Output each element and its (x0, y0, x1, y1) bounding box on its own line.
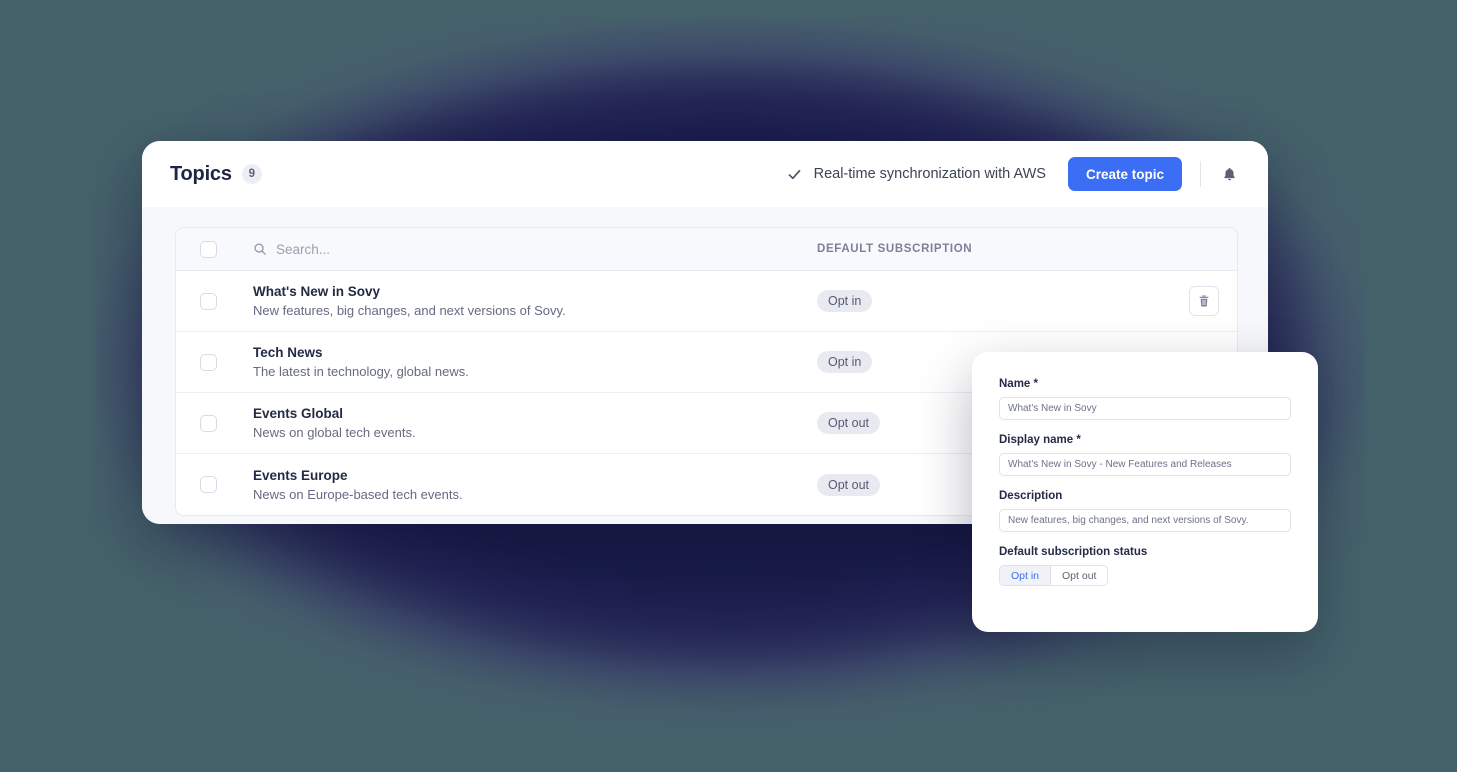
status-badge: Opt in (817, 290, 873, 312)
topic-description: The latest in technology, global news. (253, 364, 469, 379)
sync-status-label: Real-time synchronization with AWS (813, 166, 1046, 182)
search-input[interactable] (276, 241, 516, 257)
topic-description: New features, big changes, and next vers… (253, 303, 566, 318)
topic-name: Tech News (253, 345, 323, 360)
topics-count-badge: 9 (241, 164, 262, 184)
table-header-row: DEFAULT SUBSCRIPTION (176, 228, 1237, 271)
trash-icon (1197, 294, 1211, 308)
status-badge: Opt in (817, 351, 873, 373)
row-checkbox[interactable] (200, 353, 217, 371)
name-input[interactable] (999, 397, 1291, 420)
name-label: Name * (999, 378, 1038, 390)
subscription-status-label: Default subscription status (999, 546, 1148, 558)
create-topic-button[interactable]: Create topic (1067, 157, 1182, 191)
topic-description: News on Europe-based tech events. (253, 486, 463, 502)
row-select-cell (176, 292, 241, 310)
header-divider (1200, 161, 1201, 187)
table-row[interactable]: What's New in Sovy New features, big cha… (176, 271, 1237, 332)
search-icon (253, 242, 267, 256)
name-field-group: Name * (999, 378, 1291, 420)
topic-name: Events Europe (253, 467, 348, 483)
search-cell (241, 241, 817, 257)
edit-topic-modal: Name * Display name * Description Defaul… (972, 352, 1318, 632)
check-icon (786, 166, 803, 183)
row-select-cell (176, 476, 241, 493)
sync-status: Real-time synchronization with AWS (786, 166, 1046, 183)
status-badge: Opt out (817, 473, 880, 496)
description-label: Description (999, 490, 1063, 502)
row-checkbox[interactable] (200, 476, 217, 493)
topic-name: What's New in Sovy (253, 284, 380, 299)
opt-in-option[interactable]: Opt in (1000, 566, 1051, 585)
row-checkbox[interactable] (200, 292, 217, 310)
delete-topic-button[interactable] (1189, 286, 1219, 316)
topic-cell: Tech News The latest in technology, glob… (241, 345, 817, 379)
description-field-group: Description (999, 490, 1291, 532)
description-input[interactable] (999, 509, 1291, 532)
row-select-cell (176, 353, 241, 371)
card-header: Topics 9 Real-time synchronization with … (142, 141, 1268, 207)
header-actions: Real-time synchronization with AWS Creat… (786, 157, 1242, 191)
row-actions-cell (1117, 286, 1237, 316)
topic-description: News on global tech events. (253, 425, 416, 440)
topic-cell: Events Europe News on Europe-based tech … (241, 468, 817, 502)
opt-out-option[interactable]: Opt out (1050, 566, 1108, 585)
subscription-status-group: Default subscription status Opt in Opt o… (999, 546, 1291, 586)
subscription-cell: Opt in (817, 290, 1117, 312)
display-name-field-group: Display name * (999, 434, 1291, 476)
bell-icon (1221, 166, 1238, 183)
subscription-segmented-control: Opt in Opt out (999, 565, 1109, 586)
row-checkbox[interactable] (200, 414, 217, 432)
topic-cell: Events Global News on global tech events… (241, 406, 817, 440)
row-select-cell (176, 414, 241, 432)
status-badge: Opt out (817, 412, 880, 434)
topic-cell: What's New in Sovy New features, big cha… (241, 284, 817, 318)
page-title: Topics (170, 162, 232, 185)
display-name-label: Display name * (999, 434, 1081, 446)
select-all-checkbox[interactable] (200, 240, 217, 258)
notifications-button[interactable] (1217, 162, 1242, 187)
title-group: Topics 9 (170, 163, 262, 186)
topic-name: Events Global (253, 406, 344, 421)
display-name-input[interactable] (999, 453, 1291, 476)
select-all-cell (176, 240, 241, 258)
column-header-subscription: DEFAULT SUBSCRIPTION (817, 243, 973, 255)
